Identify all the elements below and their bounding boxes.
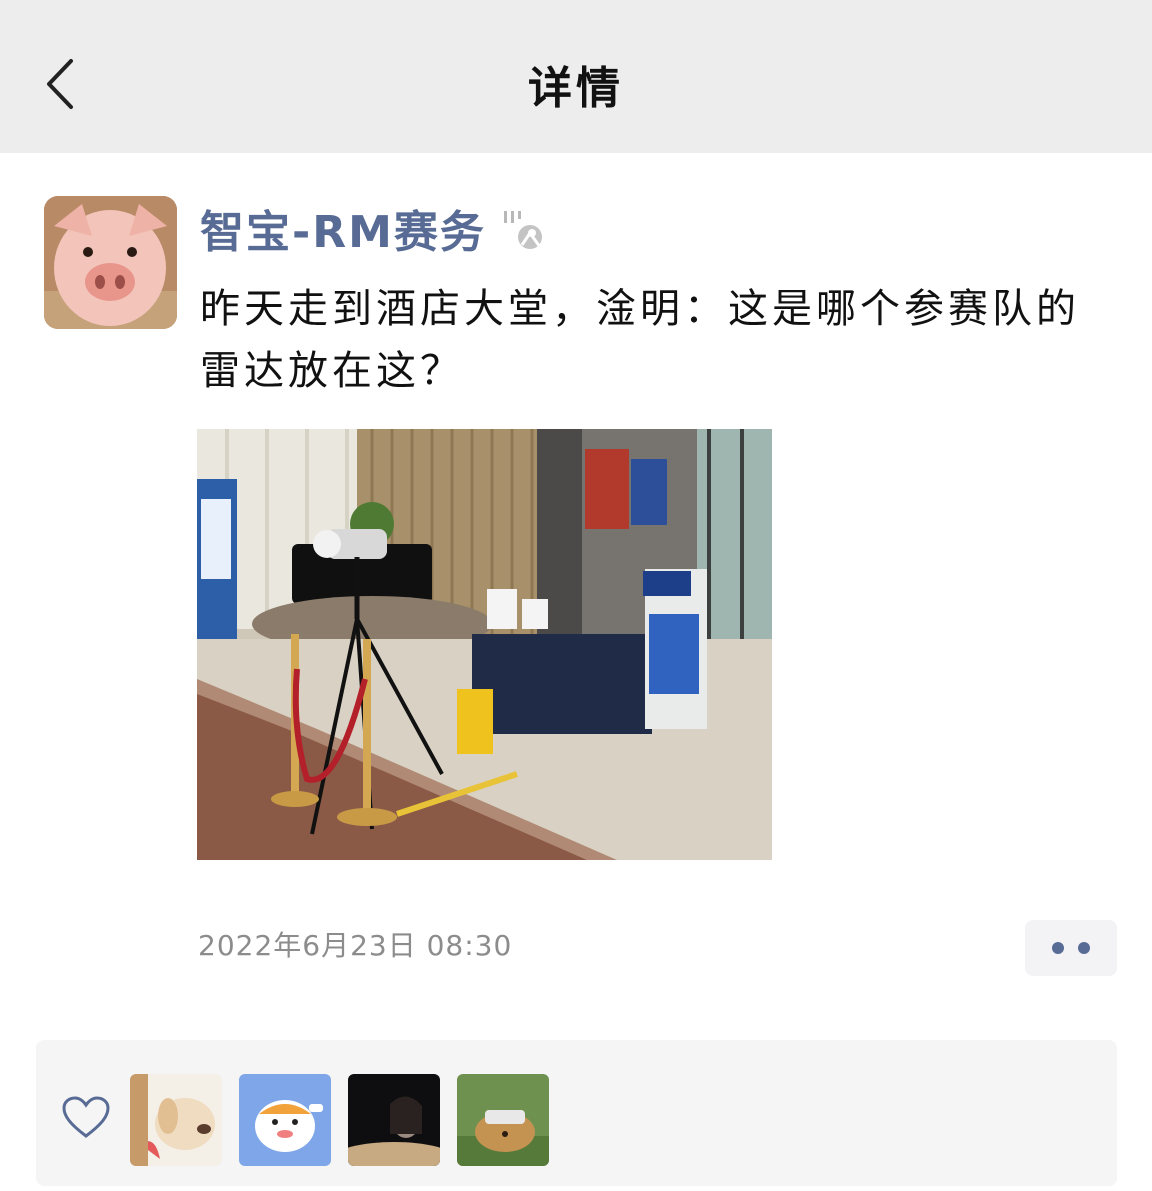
- liker-avatar-3[interactable]: [348, 1074, 440, 1166]
- status-badge-icon: [503, 211, 542, 249]
- post-timestamp: 2022年6月23日 08:30: [198, 929, 513, 962]
- more-dot-icon: [1052, 942, 1064, 954]
- post-text: 昨天走到酒店大堂，淦明：这是哪个参赛队的雷达放在这？: [200, 286, 1080, 394]
- more-dot-icon: [1078, 942, 1090, 954]
- liker-avatar-4[interactable]: [457, 1074, 549, 1166]
- author-avatar[interactable]: [44, 196, 177, 329]
- top-bar: 详情: [0, 0, 1152, 153]
- author-name[interactable]: 智宝-RM赛务: [200, 196, 486, 260]
- author-row: 智宝-RM赛务: [200, 198, 550, 258]
- more-button[interactable]: [1025, 920, 1117, 976]
- liker-avatar-2[interactable]: [239, 1074, 331, 1166]
- post-photo[interactable]: [197, 429, 772, 860]
- likes-panel: [36, 1040, 1117, 1186]
- heart-icon[interactable]: [62, 1096, 110, 1140]
- page-title: 详情: [528, 63, 624, 114]
- liker-avatar-1[interactable]: [130, 1074, 222, 1166]
